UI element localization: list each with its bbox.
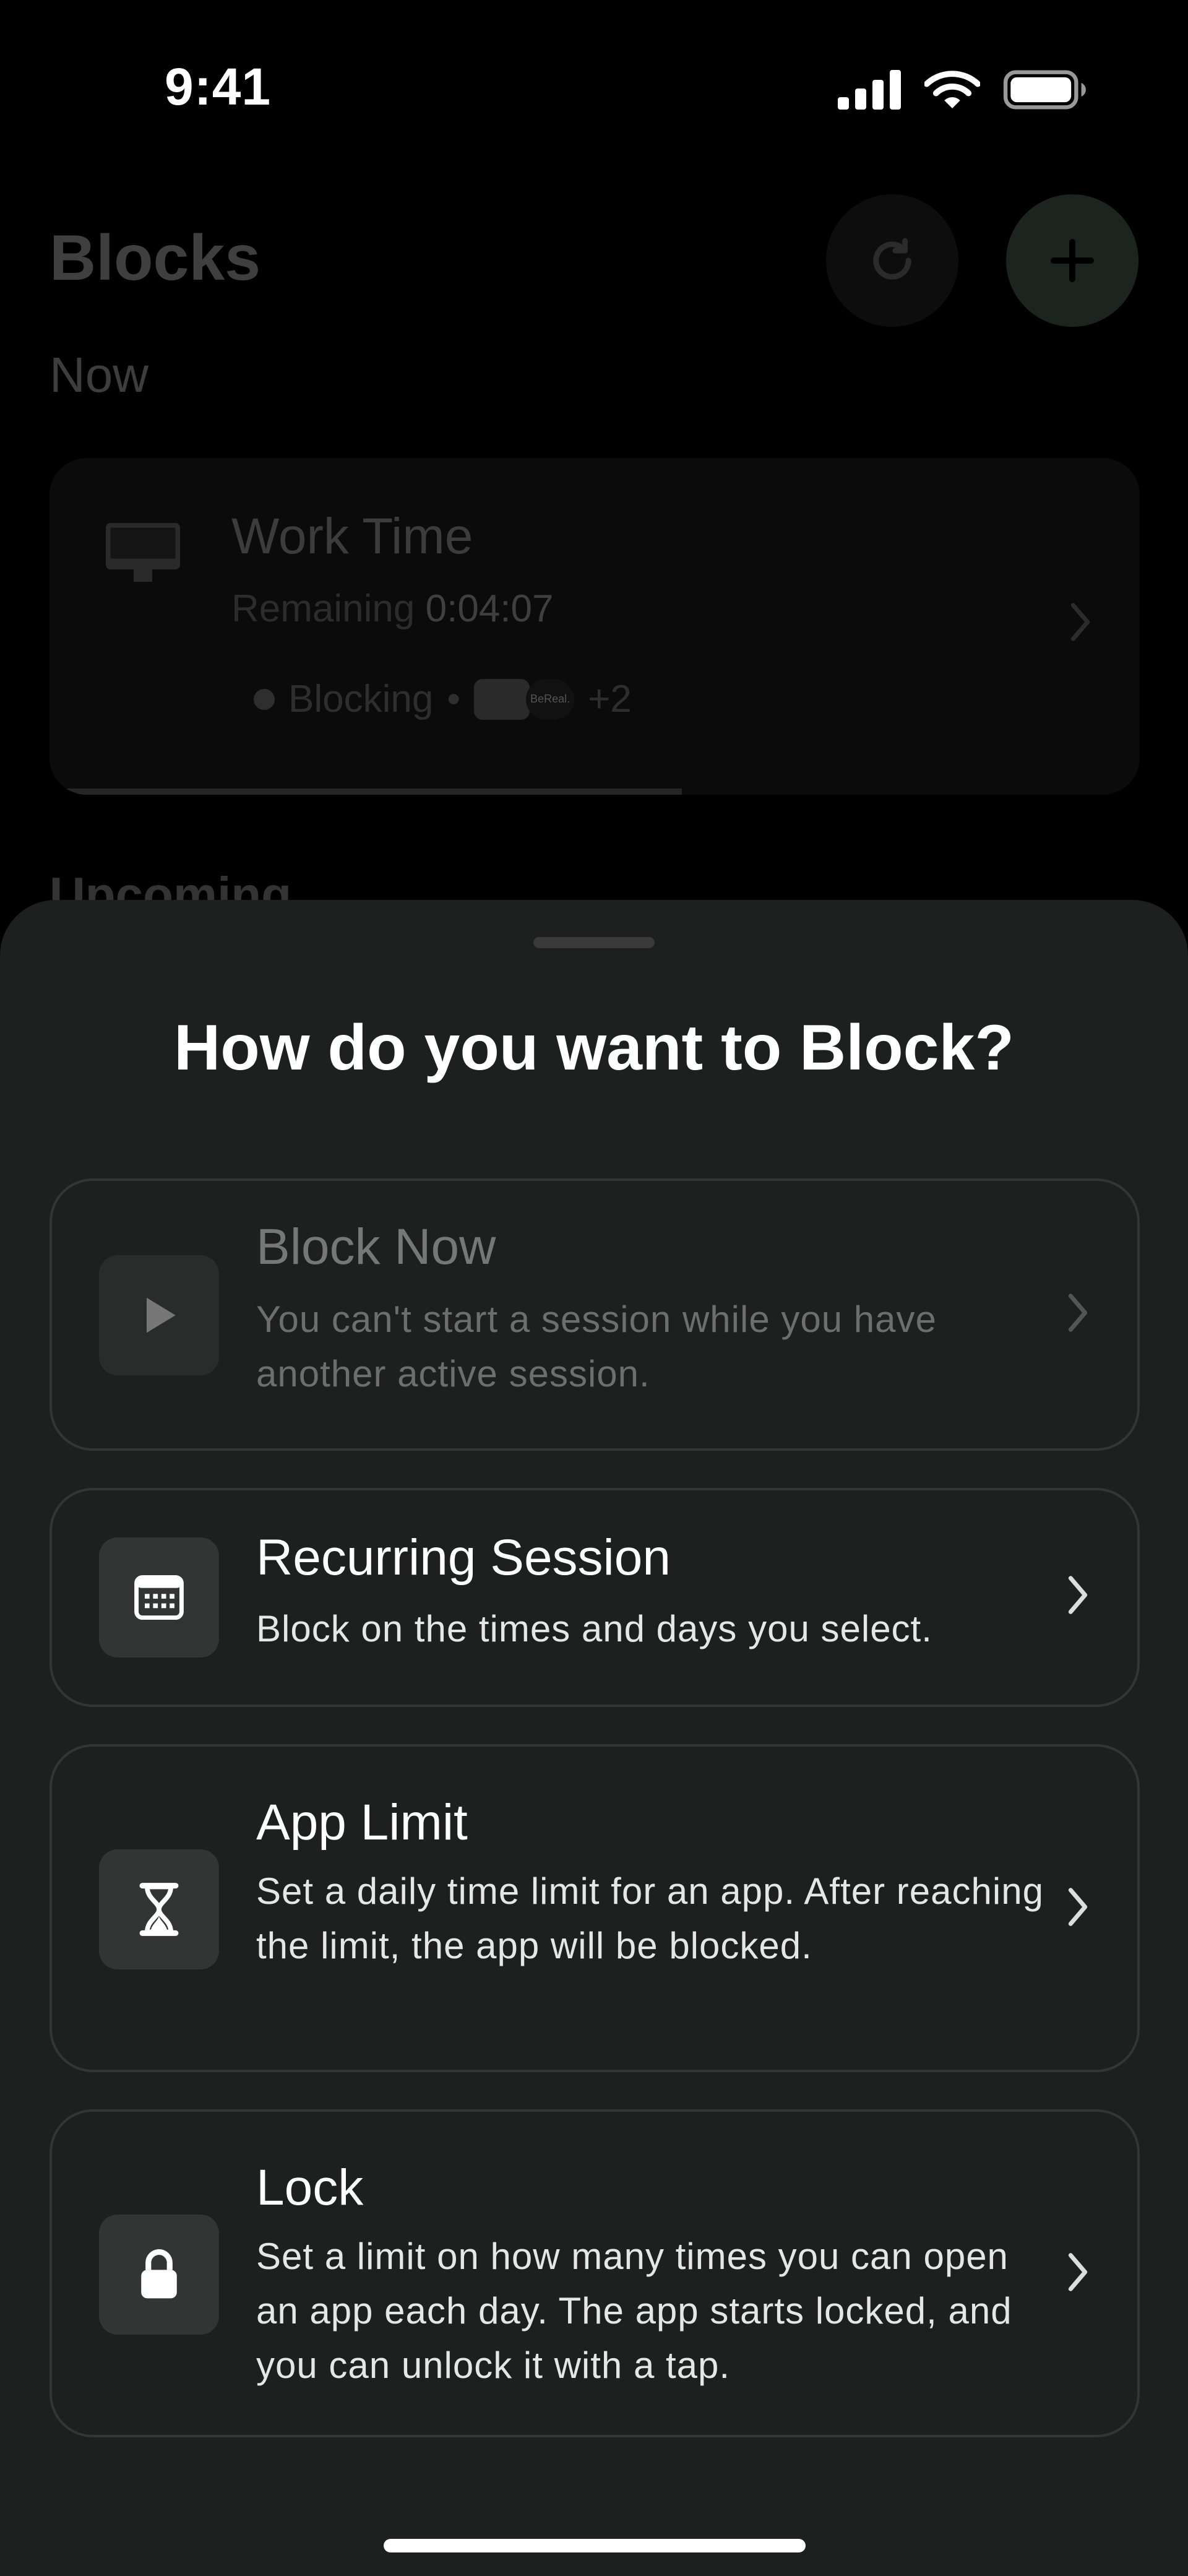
option-title: Recurring Session xyxy=(256,1529,671,1586)
play-icon xyxy=(99,1255,219,1375)
session-progress-bar xyxy=(50,789,682,795)
extra-apps-count: +2 xyxy=(588,678,632,720)
remaining-label: Remaining xyxy=(231,587,415,630)
sheet-grabber[interactable] xyxy=(533,937,655,948)
app-thumbnail xyxy=(474,678,530,720)
app-thumbnail-bereal: BeReal. xyxy=(526,678,575,720)
sheet-title: How do you want to Block? xyxy=(174,1012,1014,1084)
chevron-right-icon xyxy=(1065,1573,1090,1620)
option-title: Block Now xyxy=(256,1219,496,1275)
option-app-limit[interactable]: App Limit Set a daily time limit for an … xyxy=(50,1744,1140,2072)
status-dot xyxy=(254,688,275,710)
hourglass-icon xyxy=(99,1849,219,1969)
plus-icon xyxy=(1051,239,1094,282)
chevron-right-icon xyxy=(1065,1885,1090,1932)
chevron-right-icon xyxy=(1068,600,1093,647)
session-status-row: Blocking • BeReal. +2 xyxy=(254,677,632,721)
remaining-value: 0:04:07 xyxy=(425,587,554,630)
chevron-right-icon xyxy=(1065,2250,1090,2297)
option-description: Set a daily time limit for an app. After… xyxy=(256,1870,1044,1966)
block-type-sheet: How do you want to Block? Block Now You … xyxy=(0,900,1188,2576)
cellular-signal-icon xyxy=(838,70,901,110)
add-block-button[interactable] xyxy=(1006,194,1138,327)
calendar-icon xyxy=(99,1537,219,1658)
status-time: 9:41 xyxy=(165,58,272,116)
home-indicator xyxy=(384,2539,806,2552)
section-now-label: Now xyxy=(50,347,149,402)
active-session-card[interactable]: Work Time Remaining 0:04:07 Blocking • B… xyxy=(50,458,1140,795)
page-title: Blocks xyxy=(50,222,261,294)
chevron-right-icon xyxy=(1065,1291,1090,1338)
refresh-icon xyxy=(873,238,911,280)
refresh-button[interactable] xyxy=(826,194,958,327)
option-recurring-session[interactable]: Recurring Session Block on the times and… xyxy=(50,1488,1140,1707)
battery-icon xyxy=(1003,70,1086,110)
session-remaining: Remaining 0:04:07 xyxy=(231,587,553,631)
option-description: Block on the times and days you select. xyxy=(256,1608,932,1649)
status-bar: 9:41 xyxy=(0,0,1188,173)
option-description: You can't start a session while you have… xyxy=(256,1299,937,1394)
option-description: Set a limit on how many times you can op… xyxy=(256,2236,1012,2386)
option-block-now[interactable]: Block Now You can't start a session whil… xyxy=(50,1178,1140,1451)
lock-icon xyxy=(99,2215,219,2335)
session-status: Blocking xyxy=(288,678,434,720)
session-name: Work Time xyxy=(231,508,473,564)
desktop-icon xyxy=(103,520,183,591)
option-title: Lock xyxy=(256,2159,364,2216)
option-lock[interactable]: Lock Set a limit on how many times you c… xyxy=(50,2109,1140,2437)
status-separator: • xyxy=(447,678,461,720)
status-icons xyxy=(838,68,1089,111)
wifi-icon xyxy=(924,71,980,108)
option-title: App Limit xyxy=(256,1794,468,1851)
